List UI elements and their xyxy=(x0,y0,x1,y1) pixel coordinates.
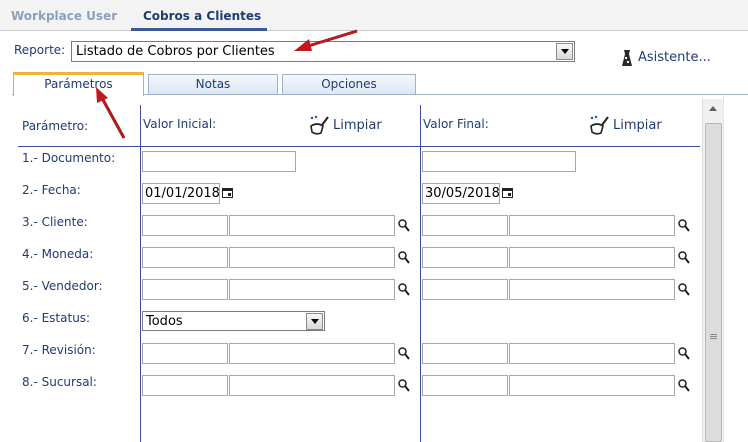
search-icon[interactable] xyxy=(678,347,690,361)
tab-opciones[interactable]: Opciones xyxy=(282,74,416,94)
param-label-documento: 1.- Documento: xyxy=(22,151,116,165)
param-label-fecha: 2.- Fecha: xyxy=(22,183,81,197)
sucursal-final-code-input[interactable] xyxy=(422,375,508,396)
search-icon[interactable] xyxy=(678,219,690,233)
search-icon[interactable] xyxy=(398,251,410,265)
param-label-vendedor: 5.- Vendedor: xyxy=(22,279,103,293)
dropdown-arrow-icon[interactable] xyxy=(556,43,573,60)
report-wizard-icon xyxy=(622,50,632,66)
search-icon[interactable] xyxy=(398,283,410,297)
reporte-selected-value: Listado de Cobros por Clientes xyxy=(76,44,275,59)
moneda-inicial-description-input[interactable] xyxy=(229,247,395,268)
parametro-header: Parámetro: xyxy=(22,119,89,133)
param-label-moneda: 4.- Moneda: xyxy=(22,247,94,261)
scroll-up-arrow-icon[interactable] xyxy=(705,101,721,117)
revision-inicial-description-input[interactable] xyxy=(229,343,395,364)
vendedor-inicial-code-input[interactable] xyxy=(142,279,228,300)
search-icon[interactable] xyxy=(398,219,410,233)
vendedor-final-code-input[interactable] xyxy=(422,279,508,300)
scroll-grip xyxy=(710,338,717,339)
moneda-final-code-input[interactable] xyxy=(422,247,508,268)
reporte-select[interactable]: Listado de Cobros por Clientes xyxy=(71,41,575,62)
vendedor-final-description-input[interactable] xyxy=(509,279,675,300)
tab-parametros[interactable]: Parámetros xyxy=(13,72,144,96)
moneda-inicial-code-input[interactable] xyxy=(142,247,228,268)
top-tab-bar: Workplace User Cobros a Clientes xyxy=(0,0,748,31)
tab-notas[interactable]: Notas xyxy=(148,74,278,94)
search-icon[interactable] xyxy=(678,283,690,297)
fecha-inicial-input[interactable]: 01/01/2018 xyxy=(142,183,220,204)
revision-inicial-code-input[interactable] xyxy=(142,343,228,364)
dropdown-arrow-icon[interactable] xyxy=(306,313,323,330)
asistente-label: Asistente... xyxy=(638,50,711,65)
revision-final-description-input[interactable] xyxy=(509,343,675,364)
cliente-final-code-input[interactable] xyxy=(422,215,508,236)
scroll-thumb[interactable] xyxy=(705,123,722,442)
tab-cobros-a-clientes[interactable]: Cobros a Clientes xyxy=(143,9,261,23)
broom-icon xyxy=(590,115,609,135)
header-divider xyxy=(18,146,700,147)
search-icon[interactable] xyxy=(398,379,410,393)
scroll-grip xyxy=(710,334,717,335)
fecha-final-input[interactable]: 30/05/2018 xyxy=(422,183,500,204)
cliente-inicial-description-input[interactable] xyxy=(229,215,395,236)
limpiar-label: Limpiar xyxy=(333,118,382,133)
estatus-select[interactable]: Todos xyxy=(142,311,325,331)
valor-final-header: Valor Final: xyxy=(423,117,489,131)
column-divider xyxy=(420,105,421,442)
search-icon[interactable] xyxy=(678,379,690,393)
scroll-grip xyxy=(710,336,717,337)
cliente-final-description-input[interactable] xyxy=(509,215,675,236)
sucursal-inicial-description-input[interactable] xyxy=(229,375,395,396)
documento-final-input[interactable] xyxy=(422,151,576,172)
reporte-label: Reporte: xyxy=(14,43,66,57)
valor-inicial-header: Valor Inicial: xyxy=(143,117,217,131)
tab-workplace-user[interactable]: Workplace User xyxy=(11,9,117,23)
calendar-icon[interactable] xyxy=(222,187,233,198)
cliente-inicial-code-input[interactable] xyxy=(142,215,228,236)
sucursal-final-description-input[interactable] xyxy=(509,375,675,396)
panel-right-gutter xyxy=(723,95,748,442)
sucursal-inicial-code-input[interactable] xyxy=(142,375,228,396)
moneda-final-description-input[interactable] xyxy=(509,247,675,268)
vertical-scrollbar[interactable] xyxy=(702,99,723,442)
param-label-revision: 7.- Revisión: xyxy=(22,343,96,357)
limpiar-label: Limpiar xyxy=(613,118,662,133)
calendar-icon[interactable] xyxy=(502,187,513,198)
column-divider xyxy=(140,105,141,442)
search-icon[interactable] xyxy=(678,251,690,265)
revision-final-code-input[interactable] xyxy=(422,343,508,364)
estatus-selected-value: Todos xyxy=(146,314,183,329)
search-icon[interactable] xyxy=(398,347,410,361)
vendedor-inicial-description-input[interactable] xyxy=(229,279,395,300)
param-label-cliente: 3.- Cliente: xyxy=(22,215,88,229)
param-label-estatus: 6.- Estatus: xyxy=(22,311,91,325)
param-label-sucursal: 8.- Sucursal: xyxy=(22,375,97,389)
documento-inicial-input[interactable] xyxy=(142,151,296,172)
active-tab-indicator xyxy=(131,28,267,31)
broom-icon xyxy=(310,115,329,135)
